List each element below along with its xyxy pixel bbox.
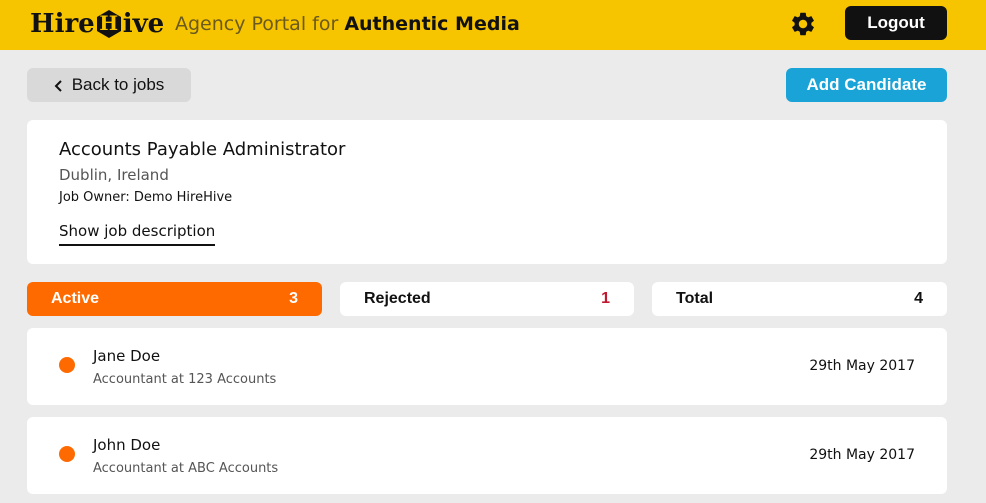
add-candidate-button[interactable]: Add Candidate: [786, 68, 947, 102]
job-title: Accounts Payable Administrator: [59, 139, 346, 160]
tab-rejected-count: 1: [601, 290, 610, 307]
candidate-row[interactable]: John Doe Accountant at ABC Accounts 29th…: [27, 417, 947, 494]
chevron-left-icon: [54, 78, 64, 92]
back-to-jobs-button[interactable]: Back to jobs: [27, 68, 191, 102]
hexagon-logo-icon: H: [96, 9, 122, 39]
status-dot-icon: [59, 446, 75, 462]
hirehive-logo[interactable]: Hire H ive: [30, 4, 164, 44]
portal-prefix: Agency Portal for: [175, 13, 339, 35]
tab-rejected-label: Rejected: [364, 290, 431, 307]
logout-button[interactable]: Logout: [845, 6, 947, 40]
candidate-role: Accountant at ABC Accounts: [93, 461, 279, 476]
job-owner: Job Owner: Demo HireHive: [59, 190, 233, 205]
candidate-row[interactable]: Jane Doe Accountant at 123 Accounts 29th…: [27, 328, 947, 405]
logo-text-left: Hire: [30, 9, 95, 39]
tab-rejected[interactable]: Rejected 1: [340, 282, 634, 316]
job-card: Accounts Payable Administrator Dublin, I…: [27, 120, 947, 264]
tab-active[interactable]: Active 3: [27, 282, 322, 316]
tab-active-label: Active: [51, 290, 100, 307]
candidate-date: 29th May 2017: [809, 447, 915, 463]
tab-active-count: 3: [289, 290, 298, 307]
candidate-name: Jane Doe: [93, 347, 161, 365]
tab-total-count: 4: [914, 290, 923, 307]
candidate-role: Accountant at 123 Accounts: [93, 372, 277, 387]
tab-total[interactable]: Total 4: [652, 282, 947, 316]
agency-name: Authentic Media: [344, 13, 520, 35]
status-dot-icon: [59, 357, 75, 373]
top-bar: Hire H ive Agency Portal for Authentic M…: [0, 0, 986, 50]
logo-text-right: ive: [122, 9, 165, 39]
candidate-name: John Doe: [93, 436, 161, 454]
logo-hex-letter: H: [99, 11, 119, 35]
gear-icon[interactable]: [789, 10, 817, 38]
candidate-date: 29th May 2017: [809, 358, 915, 374]
tab-total-label: Total: [676, 290, 714, 307]
back-to-jobs-label: Back to jobs: [71, 75, 165, 94]
portal-title: Agency Portal for Authentic Media: [175, 12, 520, 36]
job-location: Dublin, Ireland: [59, 166, 169, 184]
show-job-description-link[interactable]: Show job description: [59, 222, 216, 246]
